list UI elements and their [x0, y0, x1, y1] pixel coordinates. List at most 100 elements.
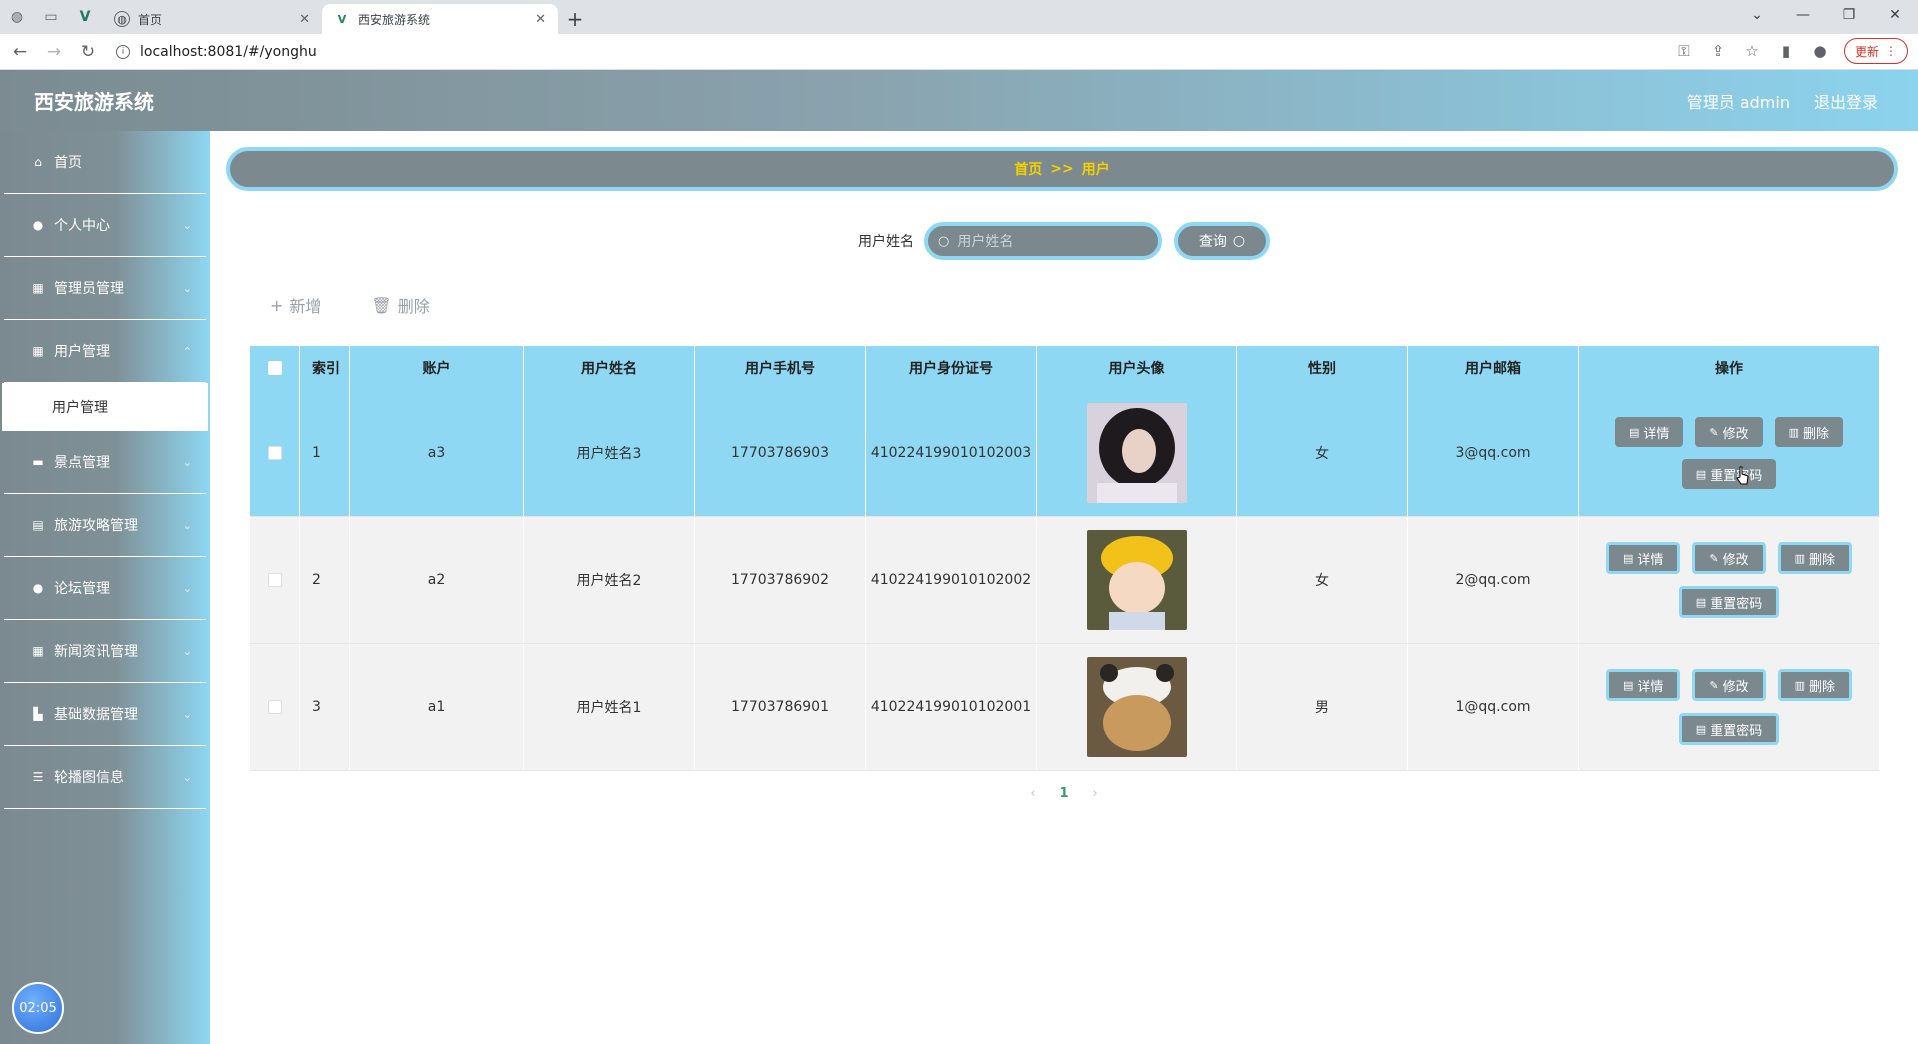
- pinned-tab-page-icon[interactable]: ▭: [34, 0, 68, 34]
- restore-button[interactable]: ❐: [1826, 0, 1872, 30]
- search-input[interactable]: ○ 用户姓名: [924, 222, 1162, 260]
- edit-icon: ✎: [1709, 678, 1719, 692]
- avatar[interactable]: [1086, 530, 1187, 630]
- detail-button[interactable]: ▤ 详情: [1614, 417, 1684, 447]
- sidepanel-icon[interactable]: ▮: [1776, 42, 1796, 60]
- sidebar-item-admin[interactable]: ▦ 管理员管理 ⌄: [4, 257, 206, 320]
- delete-button[interactable]: ▥ 删除: [1777, 542, 1853, 574]
- detail-label: 详情: [1637, 552, 1664, 568]
- reload-icon[interactable]: ↻: [74, 38, 102, 66]
- chevron-down-icon: ⌄: [182, 218, 192, 232]
- bulk-delete-button[interactable]: 🗑 删除: [371, 293, 429, 317]
- reset-password-button[interactable]: ▤ 重置密码: [1678, 586, 1780, 618]
- browser-tab-home[interactable]: ◍ 首页 ✕: [102, 4, 322, 34]
- address-bar: ← → ↻ i localhost:8081/#/yonghu ⚿ ⇪ ☆ ▮ …: [0, 34, 1918, 70]
- browser-tab-app[interactable]: V 西安旅游系统 ✕: [322, 4, 558, 34]
- edit-button[interactable]: ✎ 修改: [1692, 542, 1766, 574]
- search-icon: ○: [1232, 233, 1246, 249]
- grid-icon: ▦: [32, 344, 44, 358]
- detail-button[interactable]: ▤ 详情: [1605, 542, 1681, 574]
- clipboard-icon: ▤: [32, 518, 44, 532]
- edit-button[interactable]: ✎ 修改: [1692, 669, 1766, 701]
- sidebar-item-news[interactable]: ▦ 新闻资讯管理 ⌄: [4, 620, 206, 683]
- profile-icon[interactable]: ●: [1810, 42, 1830, 60]
- pagination: ‹ 1 ›: [210, 786, 1918, 801]
- sidebar-item-forum[interactable]: ● 论坛管理 ⌄: [4, 557, 206, 620]
- edit-label: 修改: [1722, 552, 1749, 568]
- breadcrumb-home[interactable]: 首页: [1014, 159, 1042, 179]
- main-content: 首页 >> 用户 用户姓名 ○ 用户姓名 查询 ○ + 新增 🗑 删除 索引 账…: [210, 131, 1918, 1044]
- info-icon[interactable]: i: [116, 44, 130, 59]
- star-icon[interactable]: ☆: [1742, 42, 1762, 60]
- search-button[interactable]: 查询 ○: [1174, 222, 1270, 260]
- vue-logo-icon: V: [337, 12, 347, 26]
- cell-index: 2: [300, 517, 350, 643]
- tab-search-chevron-icon[interactable]: ⌄: [1734, 0, 1780, 30]
- table-row[interactable]: 2 a2 用户姓名2 17703786902 41022419901010200…: [250, 517, 1880, 644]
- page-number[interactable]: 1: [1059, 786, 1068, 801]
- row-checkbox[interactable]: [267, 700, 282, 714]
- header-email: 用户邮箱: [1408, 346, 1579, 390]
- row-checkbox[interactable]: [267, 446, 282, 460]
- avatar[interactable]: [1086, 403, 1187, 503]
- forward-arrow-icon[interactable]: →: [40, 38, 68, 66]
- logout-link[interactable]: 退出登录: [1814, 89, 1878, 113]
- close-icon[interactable]: ✕: [535, 12, 546, 27]
- update-button[interactable]: 更新 ⋮: [1843, 38, 1908, 64]
- breadcrumb: 首页 >> 用户: [226, 147, 1898, 191]
- search-button-label: 查询: [1198, 234, 1227, 250]
- ops-line: ▤ 详情 ✎ 修改 ▥ 删除: [1614, 417, 1844, 447]
- sidebar-item-scenic[interactable]: ▬ 景点管理 ⌄: [4, 431, 206, 494]
- close-window-button[interactable]: ✕: [1872, 0, 1918, 30]
- sidebar-item-users[interactable]: ▦ 用户管理 ⌃: [4, 320, 206, 383]
- clock-badge: 02:05: [12, 982, 64, 1034]
- close-icon[interactable]: ✕: [299, 12, 310, 27]
- select-all-checkbox[interactable]: [267, 361, 282, 375]
- edit-label: 修改: [1722, 679, 1749, 695]
- reset-password-button[interactable]: ▤ 重置密码: [1681, 459, 1777, 489]
- detail-button[interactable]: ▤ 详情: [1605, 669, 1681, 701]
- sidebar-item-label: 景点管理: [54, 455, 110, 471]
- sidebar-item-carousel[interactable]: ☰ 轮播图信息 ⌄: [4, 746, 206, 809]
- cell-avatar: [1037, 644, 1237, 770]
- delete-button[interactable]: ▥ 删除: [1774, 417, 1844, 447]
- edit-icon: ✎: [1709, 551, 1719, 565]
- edit-button[interactable]: ✎ 修改: [1695, 417, 1763, 447]
- users-table: 索引 账户 用户姓名 用户手机号 用户身份证号 用户头像 性别 用户邮箱 操作 …: [250, 346, 1880, 771]
- key-icon[interactable]: ⚿: [1674, 42, 1694, 60]
- trash-icon: ▥: [1794, 551, 1806, 565]
- reset-password-button[interactable]: ▤ 重置密码: [1678, 713, 1780, 745]
- trash-icon: 🗑: [371, 295, 392, 315]
- cell-ops: ▤ 详情 ✎ 修改 ▥ 删除 ▤ 重置密码: [1579, 517, 1880, 643]
- row-checkbox[interactable]: [267, 573, 282, 587]
- url-field[interactable]: i localhost:8081/#/yonghu: [116, 44, 317, 60]
- chevron-down-icon: ⌄: [182, 581, 192, 595]
- sidebar-item-basedata[interactable]: ▙ 基础数据管理 ⌄: [4, 683, 206, 746]
- avatar[interactable]: [1086, 657, 1187, 757]
- row-select-cell: [250, 517, 300, 643]
- cell-phone: 17703786903: [695, 390, 866, 516]
- sidebar-item-guides[interactable]: ▤ 旅游攻略管理 ⌄: [4, 494, 206, 557]
- next-page-icon[interactable]: ›: [1093, 786, 1098, 801]
- table-row[interactable]: 3 a1 用户姓名1 17703786901 41022419901010200…: [250, 644, 1880, 771]
- sidebar-item-profile[interactable]: ● 个人中心 ⌄: [4, 194, 206, 257]
- minimize-button[interactable]: —: [1780, 0, 1826, 30]
- pinned-tab-globe-icon[interactable]: ◍: [0, 0, 34, 34]
- document-icon: ▤: [1695, 595, 1707, 609]
- sidebar-item-home[interactable]: ⌂ 首页: [4, 131, 206, 194]
- sidebar-subitem-user-management[interactable]: 用户管理: [2, 383, 208, 431]
- cell-avatar: [1037, 517, 1237, 643]
- pinned-tab-vue-icon[interactable]: V: [68, 0, 102, 34]
- new-tab-button[interactable]: +: [558, 4, 592, 34]
- prev-page-icon[interactable]: ‹: [1030, 786, 1035, 801]
- table-row[interactable]: 1 a3 用户姓名3 17703786903 41022419901010200…: [250, 390, 1880, 517]
- trash-icon: ▥: [1794, 678, 1806, 692]
- cell-email: 3@qq.com: [1408, 390, 1579, 516]
- user-icon: ●: [32, 581, 44, 595]
- add-button[interactable]: + 新增: [270, 293, 321, 317]
- back-arrow-icon[interactable]: ←: [6, 38, 34, 66]
- delete-button[interactable]: ▥ 删除: [1777, 669, 1853, 701]
- grid-icon: ▦: [32, 281, 44, 295]
- share-icon[interactable]: ⇪: [1708, 42, 1728, 60]
- chevron-up-icon: ⌃: [182, 344, 192, 358]
